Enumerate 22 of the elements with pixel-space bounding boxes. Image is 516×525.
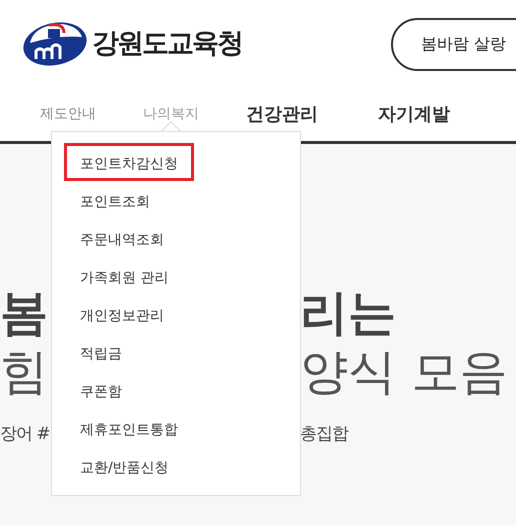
- hero-tags: 장어 #: [0, 422, 50, 448]
- hero-heading: 리는: [300, 284, 396, 342]
- logo-link[interactable]: 강원도교육청: [22, 21, 242, 67]
- hero-heading: 힘: [0, 343, 48, 402]
- logo-text: 강원도교육청: [92, 26, 242, 61]
- menu-item[interactable]: 포인트조회: [64, 181, 166, 219]
- hero-heading: 양식 모음: [300, 343, 508, 402]
- menu-item[interactable]: 주문내역조회: [64, 219, 180, 257]
- menu-item[interactable]: 적립금: [64, 333, 138, 371]
- hero-heading: 봄: [0, 284, 48, 342]
- hero-tags: 총집합: [300, 422, 348, 448]
- menu-item[interactable]: 제휴포인트통합: [64, 409, 194, 447]
- nav-link[interactable]: 제도안내: [40, 104, 96, 125]
- menu-item[interactable]: 가족회원 관리: [64, 257, 184, 295]
- menu-item[interactable]: 포인트차감신청: [64, 143, 194, 181]
- nav-link[interactable]: 자기계발: [378, 101, 450, 128]
- search-field[interactable]: 봄바람 살랑: [391, 18, 516, 70]
- logo-icon: [22, 21, 88, 67]
- menu-item[interactable]: 교환/반품신청: [64, 447, 185, 485]
- menu-item[interactable]: 쿠폰함: [64, 371, 138, 409]
- nav-link[interactable]: 건강관리: [246, 101, 318, 128]
- menu-item[interactable]: 개인정보관리: [64, 295, 180, 333]
